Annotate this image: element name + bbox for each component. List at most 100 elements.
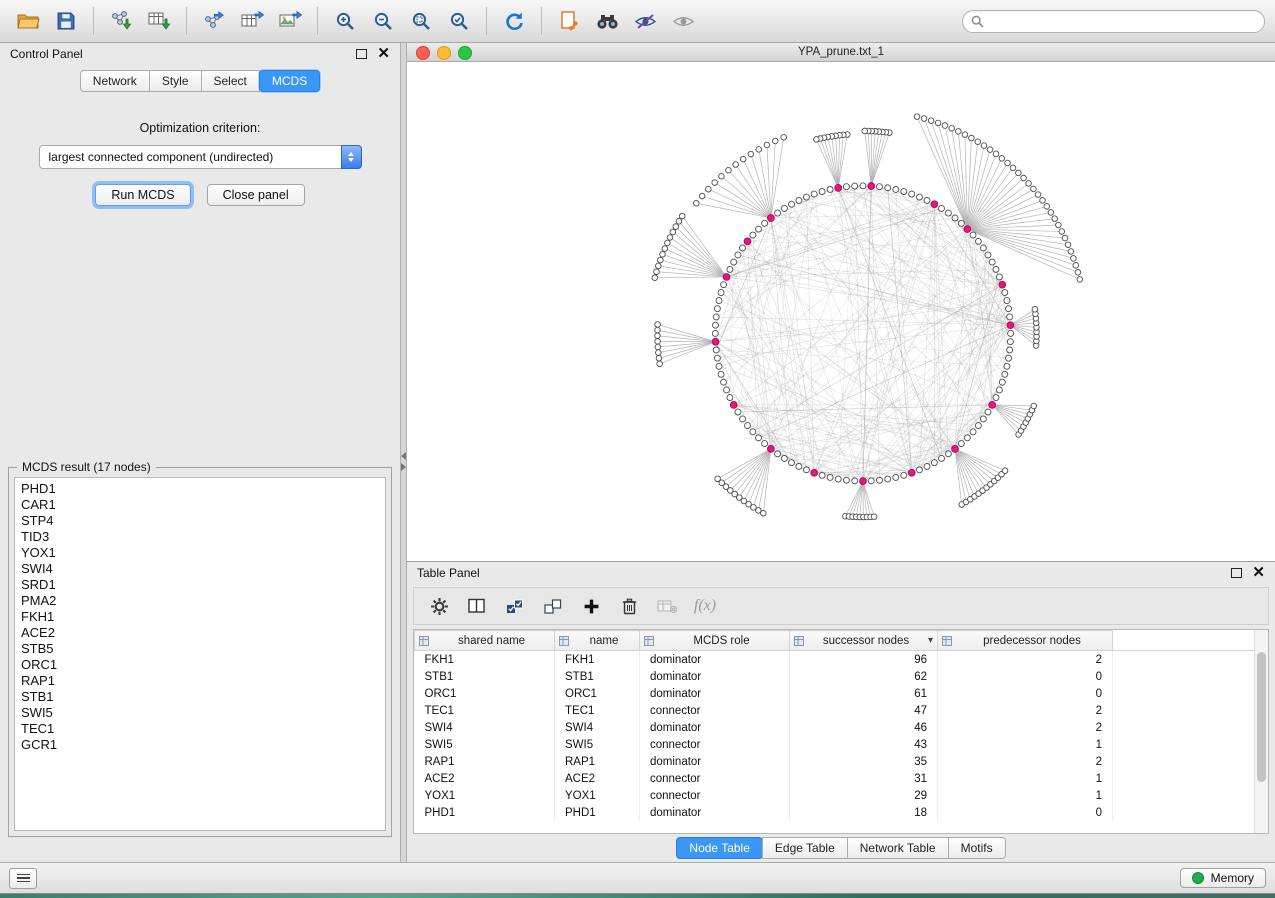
table-cell[interactable]	[1113, 804, 1269, 821]
mcds-result-item[interactable]: ACE2	[21, 625, 385, 641]
table-cell[interactable]	[1113, 685, 1269, 702]
table-cell[interactable]: FKH1	[555, 651, 640, 669]
table-cell[interactable]	[1113, 651, 1269, 669]
table-cell[interactable]: 31	[790, 770, 938, 787]
table-cell[interactable]: 0	[938, 668, 1113, 685]
table-cell[interactable]: 46	[790, 719, 938, 736]
table-cell[interactable]: 29	[790, 787, 938, 804]
table-row[interactable]: ORC1ORC1dominator610	[415, 685, 1269, 702]
tab-network[interactable]: Network	[80, 70, 150, 92]
share-network-button[interactable]	[551, 6, 587, 36]
table-cell[interactable]	[1113, 702, 1269, 719]
table-cell[interactable]: TEC1	[555, 702, 640, 719]
table-cell[interactable]: SWI4	[555, 719, 640, 736]
mcds-result-item[interactable]: STB1	[21, 689, 385, 705]
zoom-fit-button[interactable]	[403, 6, 439, 36]
close-panel-icon[interactable]: ✕	[377, 49, 390, 59]
table-cell[interactable]: SWI4	[415, 719, 555, 736]
table-settings-button[interactable]	[424, 592, 454, 620]
table-cell[interactable]: connector	[640, 787, 790, 804]
table-cell[interactable]: YOX1	[555, 787, 640, 804]
table-cell[interactable]: dominator	[640, 804, 790, 821]
table-row[interactable]: SWI5SWI5connector431	[415, 736, 1269, 753]
mcds-result-item[interactable]: FKH1	[21, 609, 385, 625]
column-mcds-role[interactable]: MCDS role	[640, 631, 790, 651]
collapse-left-icon[interactable]	[401, 452, 406, 460]
close-table-panel-icon[interactable]: ✕	[1252, 568, 1265, 578]
mcds-result-item[interactable]: STP4	[21, 513, 385, 529]
close-window-button[interactable]	[416, 46, 430, 60]
table-cell[interactable]: YOX1	[415, 787, 555, 804]
minimize-window-button[interactable]	[437, 46, 451, 60]
table-cell[interactable]	[1113, 770, 1269, 787]
table-cell[interactable]: 2	[938, 719, 1113, 736]
task-history-button[interactable]	[9, 868, 37, 889]
table-cell[interactable]: SWI5	[415, 736, 555, 753]
tab-node-table[interactable]: Node Table	[676, 837, 763, 859]
table-cell[interactable]: 1	[938, 736, 1113, 753]
table-cell[interactable]: dominator	[640, 719, 790, 736]
panel-splitter[interactable]	[400, 43, 407, 862]
table-cell[interactable]	[1113, 719, 1269, 736]
table-cell[interactable]: RAP1	[555, 753, 640, 770]
table-cell[interactable]: 1	[938, 770, 1113, 787]
column-predecessor-nodes[interactable]: predecessor nodes	[938, 631, 1113, 651]
show-graphics-details-button[interactable]	[665, 6, 701, 36]
mcds-result-item[interactable]: SRD1	[21, 577, 385, 593]
table-cell[interactable]: 2	[938, 651, 1113, 669]
table-cell[interactable]: dominator	[640, 651, 790, 669]
table-cell[interactable]: RAP1	[415, 753, 555, 770]
table-cell[interactable]	[1113, 736, 1269, 753]
column-successor-nodes[interactable]: successor nodes▾	[790, 631, 938, 651]
table-cell[interactable]: dominator	[640, 668, 790, 685]
import-table-button[interactable]	[141, 6, 177, 36]
table-cell[interactable]: ACE2	[415, 770, 555, 787]
table-cell[interactable]: 61	[790, 685, 938, 702]
table-row[interactable]: YOX1YOX1connector291	[415, 787, 1269, 804]
mcds-result-item[interactable]: GCR1	[21, 737, 385, 753]
close-panel-button[interactable]: Close panel	[207, 184, 305, 206]
table-cell[interactable]	[1113, 668, 1269, 685]
mcds-result-item[interactable]: STB5	[21, 641, 385, 657]
scrollbar-thumb[interactable]	[1257, 652, 1266, 782]
table-cell[interactable]: connector	[640, 770, 790, 787]
mcds-result-item[interactable]: TID3	[21, 529, 385, 545]
table-cell[interactable]: ORC1	[555, 685, 640, 702]
zoom-in-button[interactable]	[327, 6, 363, 36]
table-cell[interactable]: 2	[938, 702, 1113, 719]
table-row[interactable]: FKH1FKH1dominator962	[415, 651, 1269, 669]
collapse-right-icon[interactable]	[401, 463, 406, 471]
zoom-out-button[interactable]	[365, 6, 401, 36]
table-cell[interactable]: 0	[938, 685, 1113, 702]
table-cell[interactable]: dominator	[640, 753, 790, 770]
chevron-down-icon[interactable]: ▾	[928, 635, 933, 646]
import-network-button[interactable]	[103, 6, 139, 36]
mcds-result-item[interactable]: SWI5	[21, 705, 385, 721]
mcds-result-item[interactable]: CAR1	[21, 497, 385, 513]
table-cell[interactable]: ORC1	[415, 685, 555, 702]
table-row[interactable]: TEC1TEC1connector472	[415, 702, 1269, 719]
show-columns-button[interactable]	[462, 592, 492, 620]
tab-network-table[interactable]: Network Table	[847, 837, 949, 859]
table-cell[interactable]: 35	[790, 753, 938, 770]
export-table-button[interactable]	[234, 6, 270, 36]
tab-motifs[interactable]: Motifs	[948, 837, 1006, 859]
select-all-columns-button[interactable]	[500, 592, 530, 620]
mcds-result-item[interactable]: ORC1	[21, 657, 385, 673]
mcds-result-item[interactable]: RAP1	[21, 673, 385, 689]
open-file-button[interactable]	[10, 6, 46, 36]
table-cell[interactable]: 2	[938, 753, 1113, 770]
memory-button[interactable]: Memory	[1180, 868, 1266, 888]
zoom-selected-button[interactable]	[441, 6, 477, 36]
table-row[interactable]: ACE2ACE2connector311	[415, 770, 1269, 787]
table-cell[interactable]: STB1	[415, 668, 555, 685]
table-cell[interactable]: TEC1	[415, 702, 555, 719]
network-canvas[interactable]	[407, 62, 1275, 561]
unselect-all-columns-button[interactable]	[538, 592, 568, 620]
table-cell[interactable]: PHD1	[415, 804, 555, 821]
mcds-result-item[interactable]: PHD1	[21, 481, 385, 497]
search-input[interactable]	[989, 13, 1256, 29]
table-cell[interactable]	[1113, 787, 1269, 804]
table-cell[interactable]: 43	[790, 736, 938, 753]
optimization-criterion-select[interactable]: largest connected component (undirected)	[39, 145, 362, 169]
